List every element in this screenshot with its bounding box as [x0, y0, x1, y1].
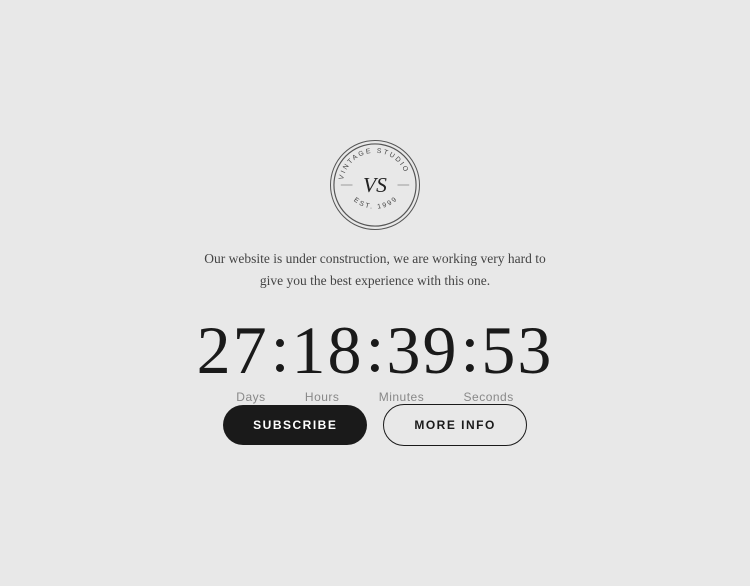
separator-3: : — [460, 314, 479, 382]
numbers-line: 27 : 18 : 39 : 53 — [197, 314, 554, 386]
buttons-row: SUBSCRIBE MORE INFO — [223, 404, 527, 446]
logo-svg: VINTAGE STUDIO EST. 1999 VS — [331, 140, 419, 230]
logo-circle: VINTAGE STUDIO EST. 1999 VS — [330, 140, 420, 230]
hours-label: Hours — [305, 390, 340, 404]
svg-text:VS: VS — [363, 173, 387, 197]
page-container: VINTAGE STUDIO EST. 1999 VS Our website … — [195, 140, 555, 445]
seconds-label: Seconds — [464, 390, 514, 404]
hours-number: 18 — [292, 316, 364, 384]
tagline: Our website is under construction, we ar… — [195, 248, 555, 291]
subscribe-button[interactable]: SUBSCRIBE — [223, 405, 367, 445]
logo-wrapper: VINTAGE STUDIO EST. 1999 VS — [330, 140, 420, 230]
svg-text:EST. 1999: EST. 1999 — [352, 196, 399, 212]
minutes-label: Minutes — [379, 390, 425, 404]
minutes-number: 39 — [386, 316, 458, 384]
days-label: Days — [236, 390, 265, 404]
seconds-number: 53 — [481, 316, 553, 384]
separator-1: : — [271, 314, 290, 382]
countdown: 27 : 18 : 39 : 53 Days Hours Minutes Sec… — [197, 314, 554, 404]
labels-line: Days Hours Minutes Seconds — [197, 386, 554, 404]
days-number: 27 — [197, 316, 269, 384]
more-info-button[interactable]: MORE INFO — [383, 404, 527, 446]
separator-2: : — [366, 314, 385, 382]
